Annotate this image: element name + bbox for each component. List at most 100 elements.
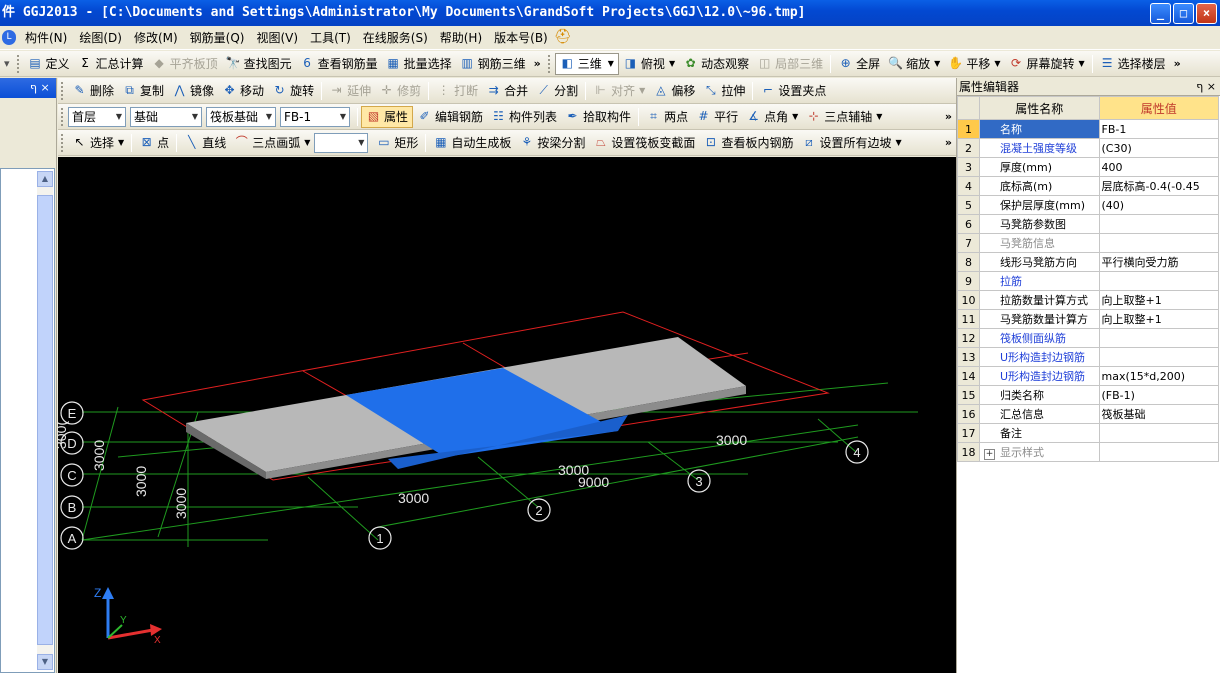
menu-view[interactable]: 视图(V) [250, 29, 304, 46]
set-all-slopes-button[interactable]: ⧄ 设置所有边坡 ▼ [797, 132, 905, 154]
property-row[interactable]: 17 备注 [957, 423, 1219, 443]
screen-rotate-button[interactable]: ⟳ 屏幕旋转 ▼ [1004, 53, 1088, 75]
property-value[interactable] [1098, 328, 1219, 348]
property-row[interactable]: 13 U形构造封边钢筋 [957, 347, 1219, 367]
maximize-button[interactable]: □ [1173, 3, 1194, 24]
zoom-button[interactable]: 🔍 缩放 ▼ [884, 53, 944, 75]
point-angle-button[interactable]: ∡ 点角 ▼ [742, 106, 802, 128]
property-row[interactable]: 12 筏板侧面纵筋 [957, 328, 1219, 348]
viewport-canvas[interactable]: 1 2 3 4 A B C D E 3000 3000 3000 9000 30… [58, 157, 956, 673]
menu-online-service[interactable]: 在线服务(S) [357, 29, 434, 46]
property-value[interactable]: 平行横向受力筋 [1098, 252, 1219, 272]
helmet-icon[interactable]: ⛑ [554, 30, 572, 45]
pick-component-button[interactable]: ✒ 拾取构件 [561, 106, 635, 128]
set-grip-button[interactable]: ⌐ 设置夹点 [756, 80, 830, 102]
scroll-up-button[interactable]: ▲ [37, 171, 53, 187]
parallel-button[interactable]: # 平行 [692, 106, 742, 128]
property-editor-controls[interactable]: ף × [1196, 78, 1220, 95]
break-button[interactable]: ⋮ 打断 [432, 80, 482, 102]
toolbar3-more-chevron[interactable]: » [941, 110, 956, 123]
rotate-button[interactable]: ↻ 旋转 [268, 80, 318, 102]
property-value[interactable]: 向上取整+1 [1098, 290, 1219, 310]
left-tree-list[interactable]: ▲ ▼ [0, 168, 55, 673]
trim-button[interactable]: ✛ 修剪 [375, 80, 425, 102]
pan-button[interactable]: ✋ 平移 ▼ [944, 53, 1004, 75]
property-value[interactable]: 筏板基础 [1098, 404, 1219, 424]
property-row[interactable]: 18 + 显示样式 [957, 442, 1219, 462]
property-value[interactable]: 400 [1098, 157, 1219, 177]
toolbar1-more-chevron[interactable]: » [530, 57, 545, 70]
local-3d-button[interactable]: ◫ 局部三维 [753, 53, 827, 75]
property-value[interactable] [1098, 233, 1219, 253]
component-select[interactable]: FB-1 ▼ [280, 106, 350, 127]
property-row[interactable]: 7 马凳筋信息 [957, 233, 1219, 253]
menu-component[interactable]: 构件(N) [19, 29, 73, 46]
minimize-button[interactable]: _ [1150, 3, 1171, 24]
property-row[interactable]: 16 汇总信息 筏板基础 [957, 404, 1219, 424]
toolbar-overflow-left[interactable]: ▾ [0, 57, 14, 70]
view-mode-dropdown[interactable]: ◧ 三维 ▼ [554, 52, 619, 75]
three-point-axis-button[interactable]: ⊹ 三点辅轴 ▼ [802, 106, 886, 128]
raft-slab-3d[interactable] [186, 337, 746, 479]
menu-help[interactable]: 帮助(H) [434, 29, 488, 46]
scroll-down-button[interactable]: ▼ [37, 654, 53, 670]
menu-tools[interactable]: 工具(T) [304, 29, 357, 46]
mirror-button[interactable]: ⋀ 镜像 [168, 80, 218, 102]
raft-section-change-button[interactable]: ⏢ 设置筏板变截面 [589, 132, 699, 154]
move-button[interactable]: ✥ 移动 [218, 80, 268, 102]
align-button[interactable]: ⊩ 对齐 ▼ [589, 80, 649, 102]
view-rebar-qty-button[interactable]: 6 查看钢筋量 [296, 53, 382, 75]
stretch-button[interactable]: ⤡ 拉伸 [699, 80, 749, 102]
define-button[interactable]: ▤ 定义 [24, 53, 74, 75]
extend-button[interactable]: ⇥ 延伸 [325, 80, 375, 102]
two-point-button[interactable]: ⌗ 两点 [642, 106, 692, 128]
merge-button[interactable]: ⇉ 合并 [482, 80, 532, 102]
arc-param-select[interactable]: ▼ [314, 132, 369, 153]
point-tool-button[interactable]: ⊠ 点 [135, 132, 173, 154]
property-value[interactable] [1098, 214, 1219, 234]
three-point-arc-button[interactable]: ⌒ 三点画弧 ▼ [230, 132, 314, 154]
floor-select[interactable]: 首层 ▼ [68, 106, 126, 127]
split-button[interactable]: ⟋ 分割 [532, 80, 582, 102]
property-value[interactable] [1098, 347, 1219, 367]
properties-button[interactable]: ▧ 属性 [361, 105, 414, 128]
property-row[interactable]: 1 名称 FB-1 [957, 119, 1219, 139]
fullscreen-button[interactable]: ⊕ 全屏 [834, 53, 884, 75]
category-select[interactable]: 基础 ▼ [130, 106, 202, 127]
left-panel-pin[interactable]: ף × [30, 81, 50, 94]
menu-version[interactable]: 版本号(B) [488, 29, 554, 46]
property-row[interactable]: 6 马凳筋参数图 [957, 214, 1219, 234]
property-row[interactable]: 3 厚度(mm) 400 [957, 157, 1219, 177]
view-slab-rebar-button[interactable]: ⊡ 查看板内钢筋 [699, 132, 797, 154]
select-tool-button[interactable]: ↖ 选择 ▼ [68, 132, 128, 154]
property-value[interactable] [1098, 423, 1219, 443]
property-value[interactable]: FB-1 [1098, 119, 1219, 139]
component-list-button[interactable]: ☷ 构件列表 [487, 106, 561, 128]
split-by-beam-button[interactable]: ⚘ 按梁分割 [515, 132, 589, 154]
top-view-button[interactable]: ◨ 俯视 ▼ [619, 53, 679, 75]
property-row[interactable]: 15 归类名称 (FB-1) [957, 385, 1219, 405]
property-value[interactable]: 层底标高-0.4(-0.45 [1098, 176, 1219, 196]
property-row[interactable]: 9 拉筋 [957, 271, 1219, 291]
property-row[interactable]: 4 底标高(m) 层底标高-0.4(-0.45 [957, 176, 1219, 196]
menu-rebar-quantity[interactable]: 钢筋量(Q) [184, 29, 251, 46]
copy-button[interactable]: ⧉ 复制 [118, 80, 168, 102]
menu-draw[interactable]: 绘图(D) [73, 29, 128, 46]
3d-viewport[interactable]: 1 2 3 4 A B C D E 3000 3000 3000 9000 30… [58, 157, 956, 673]
property-row[interactable]: 11 马凳筋数量计算方 向上取整+1 [957, 309, 1219, 329]
select-floor-button[interactable]: ☰ 选择楼层 [1096, 53, 1170, 75]
property-row[interactable]: 14 U形构造封边钢筋 max(15*d,200) [957, 366, 1219, 386]
property-row[interactable]: 5 保护层厚度(mm) (40) [957, 195, 1219, 215]
batch-select-button[interactable]: ▦ 批量选择 [382, 53, 456, 75]
property-value[interactable] [1098, 271, 1219, 291]
rectangle-tool-button[interactable]: ▭ 矩形 [372, 132, 422, 154]
offset-button[interactable]: ◬ 偏移 [649, 80, 699, 102]
property-value[interactable]: max(15*d,200) [1098, 366, 1219, 386]
property-value[interactable]: 向上取整+1 [1098, 309, 1219, 329]
align-slab-top-button[interactable]: ◆ 平齐板顶 [148, 53, 222, 75]
dynamic-orbit-button[interactable]: ✿ 动态观察 [679, 53, 753, 75]
property-row[interactable]: 10 拉筋数量计算方式 向上取整+1 [957, 290, 1219, 310]
delete-button[interactable]: ✎ 删除 [68, 80, 118, 102]
property-value[interactable]: (FB-1) [1098, 385, 1219, 405]
toolbar4-more-chevron[interactable]: » [941, 136, 956, 149]
